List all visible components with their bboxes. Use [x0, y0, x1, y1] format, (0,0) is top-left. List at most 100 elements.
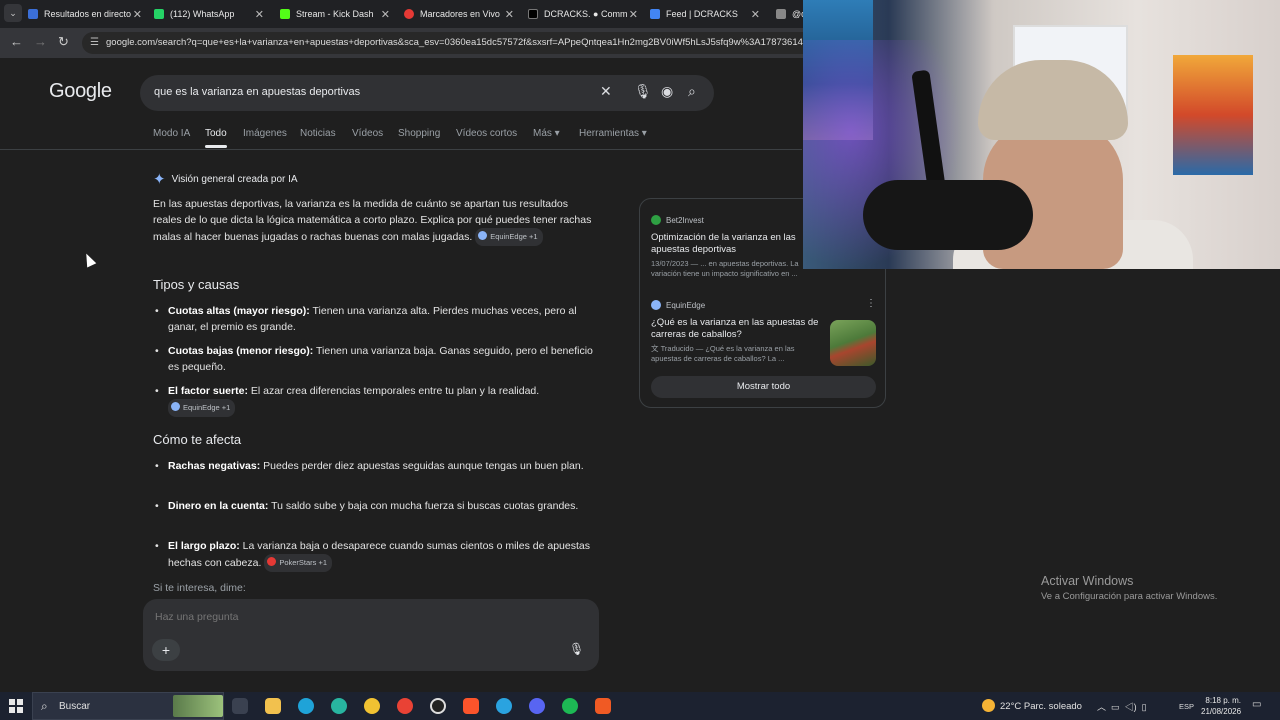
lens-icon[interactable]: ◉: [661, 83, 673, 100]
tab-label: Marcadores en Vivo: [420, 9, 500, 19]
source-site: EquinEdge: [651, 300, 705, 310]
volume-icon[interactable]: ◁): [1125, 702, 1137, 712]
edge-icon[interactable]: [298, 698, 314, 714]
ask-input[interactable]: [155, 611, 575, 623]
source-site-name: EquinEdge: [666, 300, 706, 310]
network-icon[interactable]: ▭: [1111, 702, 1120, 712]
item-label: Dinero en la cuenta:: [168, 500, 269, 512]
site-info-icon[interactable]: ☰: [90, 32, 99, 54]
more-options-icon[interactable]: ⋮: [866, 298, 876, 309]
edge-dev-icon[interactable]: [331, 698, 347, 714]
horse-race-thumbnail[interactable]: [830, 320, 876, 366]
clock[interactable]: 8:18 p. m. 21/08/2026: [1201, 695, 1241, 717]
microphone-icon[interactable]: 🎙: [634, 83, 652, 100]
list-item: • Rachas negativas: Puedes perder diez ap…: [155, 460, 584, 472]
search-icon[interactable]: ⌕: [688, 83, 696, 100]
source-title-link[interactable]: ¿Qué es la varianza en las apuestas de c…: [651, 317, 823, 341]
chrome-icon[interactable]: [397, 698, 413, 714]
language-indicator[interactable]: ESP: [1179, 702, 1194, 711]
pokerstars-icon: [267, 557, 277, 566]
close-icon[interactable]: ✕: [381, 8, 390, 21]
item-label: Cuotas altas (mayor riesgo):: [168, 305, 310, 317]
ai-overview-title: Visión general creada por IA: [171, 173, 298, 185]
tab-imagenes[interactable]: Imágenes: [243, 128, 287, 139]
tab-mas[interactable]: Más ▾: [533, 128, 560, 139]
tab-label: Resultados en directo: [44, 9, 132, 19]
tab-noticias[interactable]: Noticias: [300, 128, 336, 139]
browser-tab[interactable]: @d: [776, 2, 806, 26]
forward-icon[interactable]: →: [34, 34, 47, 49]
translate-icon: 文: [651, 344, 661, 353]
tab-shopping[interactable]: Shopping: [398, 128, 440, 139]
tab-todo[interactable]: Todo: [205, 128, 227, 139]
source-snippet-text: Traducido — ¿Qué es la varianza en las a…: [651, 344, 795, 363]
tab-label: DCRACKS. ● Comm: [544, 9, 628, 19]
source-chip-label: EquinEdge +1: [490, 232, 538, 241]
add-icon[interactable]: +: [152, 639, 180, 661]
back-icon[interactable]: ←: [10, 34, 23, 49]
browser-tab[interactable]: DCRACKS. ● Comm ✕: [528, 2, 646, 26]
brave-nightly-icon[interactable]: [595, 698, 611, 714]
show-all-button[interactable]: Mostrar todo: [651, 376, 876, 398]
search-query[interactable]: que es la varianza en apuestas deportiva…: [154, 86, 360, 98]
clear-icon[interactable]: ✕: [600, 83, 612, 100]
url-text: google.com/search?q=que+es+la+varianza+e…: [106, 37, 830, 48]
source-chip[interactable]: EquinEdge +1: [475, 228, 543, 246]
activate-windows-watermark: Activar Windows Ve a Configuración para …: [1041, 574, 1217, 602]
chrome-canary-icon[interactable]: [364, 698, 380, 714]
file-explorer-icon[interactable]: [265, 698, 281, 714]
tab-herramientas[interactable]: Herramientas ▾: [579, 128, 647, 139]
close-icon[interactable]: ✕: [255, 8, 264, 21]
source-title-link[interactable]: Optimización de la varianza en las apues…: [651, 232, 823, 256]
browser-tab[interactable]: Feed | DCRACKS ✕: [650, 2, 768, 26]
discord-icon[interactable]: [529, 698, 545, 714]
task-view-icon[interactable]: [232, 698, 248, 714]
browser-tab[interactable]: Resultados en directo ✕: [28, 2, 150, 26]
item-text: Tu saldo sube y baja con mucha fuerza si…: [268, 500, 579, 512]
notification-icon[interactable]: ▭: [1252, 699, 1261, 710]
bet2invest-icon: [651, 215, 661, 225]
telegram-icon[interactable]: [496, 698, 512, 714]
search-box[interactable]: que es la varianza en apuestas deportiva…: [140, 75, 714, 111]
microphone: [863, 180, 1033, 250]
github-icon: [776, 9, 786, 19]
ai-overview-header: ✦ Visión general creada por IA: [153, 170, 298, 188]
source-snippet: 文 Traducido — ¿Qué es la varianza en las…: [651, 344, 821, 364]
reload-icon[interactable]: ↻: [58, 34, 69, 50]
weather-widget[interactable]: 22°C Parc. soleado: [982, 699, 1082, 712]
tab-search-button[interactable]: ⌄: [4, 4, 22, 22]
taskbar-search[interactable]: ⌕ Buscar: [32, 692, 224, 720]
source-chip[interactable]: PokerStars +1: [264, 554, 333, 572]
source-chip[interactable]: EquinEdge +1: [168, 399, 236, 417]
item-text: Puedes perder diez apuestas seguidas aun…: [260, 460, 584, 472]
item-label: El largo plazo:: [168, 540, 240, 552]
tab-videos[interactable]: Vídeos: [352, 128, 383, 139]
browser-tab[interactable]: (112) WhatsApp ✕: [154, 2, 272, 26]
windows-start-icon[interactable]: [9, 699, 23, 713]
list-item: • Dinero en la cuenta: Tu saldo sube y ba…: [155, 500, 579, 512]
divider: [0, 149, 802, 150]
item-label: El factor suerte:: [168, 385, 248, 397]
source-chip-label: EquinEdge +1: [183, 403, 231, 412]
obs-icon[interactable]: [430, 698, 446, 714]
list-item: • Cuotas bajas (menor riesgo): Tienen una…: [155, 345, 593, 373]
close-icon[interactable]: ✕: [133, 8, 142, 21]
close-icon[interactable]: ✕: [751, 8, 760, 21]
browser-tab[interactable]: Stream - Kick Dashbo ✕: [280, 2, 398, 26]
tab-modo-ia[interactable]: Modo IA: [153, 128, 190, 139]
source-chip-label: PokerStars +1: [279, 558, 328, 567]
list-item: • El largo plazo: La varianza baja o desa…: [153, 538, 593, 572]
brave-icon[interactable]: [463, 698, 479, 714]
browser-tab[interactable]: Marcadores en Vivo ✕: [404, 2, 522, 26]
tab-videos-cortos[interactable]: Vídeos cortos: [456, 128, 517, 139]
google-logo[interactable]: Google: [49, 80, 112, 103]
close-icon[interactable]: ✕: [629, 8, 638, 21]
microphone-icon[interactable]: 🎙: [569, 642, 584, 656]
sparkle-icon: ✦: [153, 171, 166, 188]
spotify-icon[interactable]: [562, 698, 578, 714]
item-label: Rachas negativas:: [168, 460, 261, 472]
battery-icon[interactable]: ▯: [1142, 702, 1147, 712]
chevron-up-icon[interactable]: ︿: [1097, 702, 1106, 712]
close-icon[interactable]: ✕: [505, 8, 514, 21]
system-tray[interactable]: ︿ ▭ ◁) ▯: [1097, 700, 1147, 713]
